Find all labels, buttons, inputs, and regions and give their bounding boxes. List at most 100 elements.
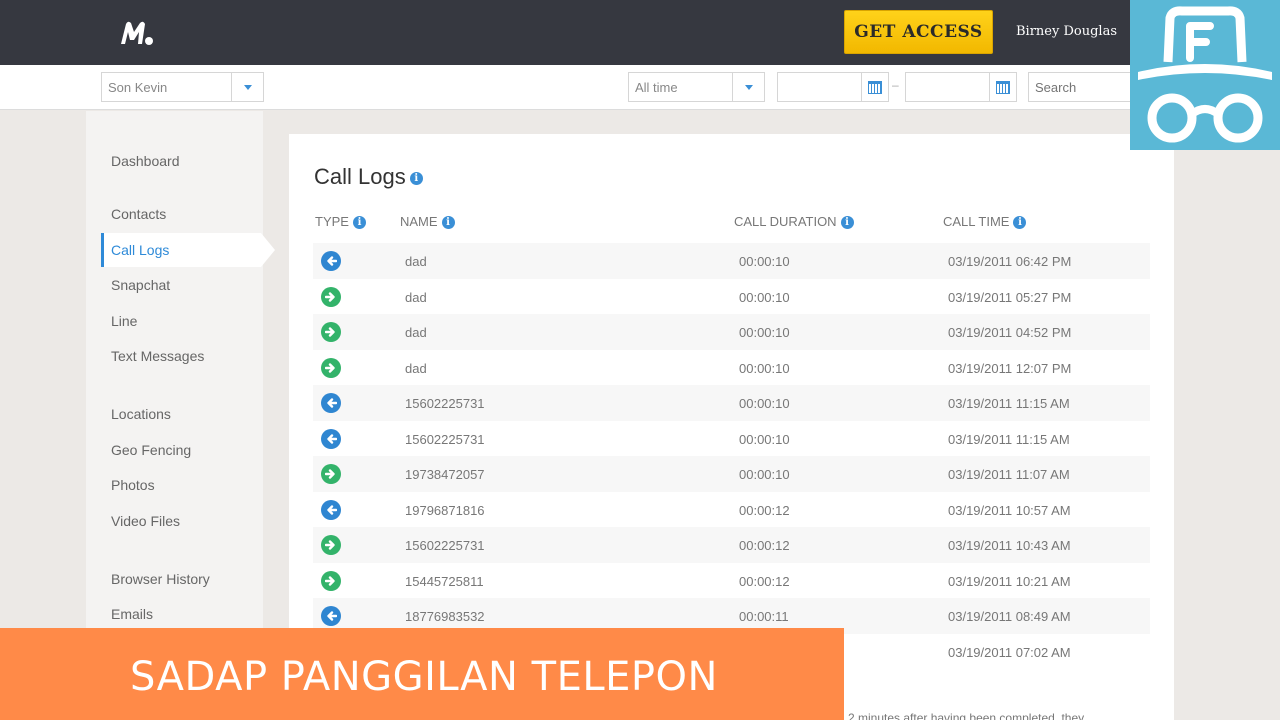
date-range-separator: –: [892, 78, 899, 92]
sidebar-item-video-files[interactable]: Video Files: [101, 504, 261, 538]
sidebar-item-locations[interactable]: Locations: [101, 397, 261, 431]
outgoing-call-icon: [321, 570, 341, 591]
device-select[interactable]: Son Kevin: [101, 72, 264, 102]
call-name: dad: [405, 325, 427, 340]
info-icon[interactable]: i: [1013, 216, 1027, 230]
info-icon[interactable]: i: [352, 216, 366, 230]
column-header-time-label: CALL TIME: [943, 214, 1010, 229]
calendar-icon[interactable]: [989, 73, 1016, 101]
call-time: 03/19/2011 12:07 PM: [948, 360, 1072, 376]
call-name: dad: [405, 360, 427, 376]
outgoing-call-icon: [321, 357, 341, 378]
sidebar-item-contacts[interactable]: Contacts: [101, 197, 261, 231]
user-name[interactable]: Birney Douglas: [1016, 24, 1117, 39]
outgoing-call-icon: [321, 322, 341, 342]
call-name: 15602225731: [405, 538, 485, 553]
call-time: 03/19/2011 04:52 PM: [948, 325, 1072, 340]
column-header-name-label: NAME: [400, 214, 438, 229]
chevron-down-icon[interactable]: [732, 73, 764, 101]
page-title-text: Call Logs: [314, 164, 406, 189]
info-icon[interactable]: i: [409, 171, 423, 185]
call-name: dad: [405, 289, 427, 305]
get-access-button[interactable]: GET ACCESS: [844, 10, 993, 54]
info-icon[interactable]: i: [840, 216, 854, 230]
chevron-down-icon[interactable]: [231, 73, 263, 101]
device-select-value: Son Kevin: [108, 80, 168, 95]
call-time: 03/19/2011 10:21 AM: [948, 573, 1071, 589]
outgoing-call-icon: [321, 286, 341, 307]
sidebar-item-photos[interactable]: Photos: [101, 468, 261, 502]
info-icon[interactable]: i: [441, 216, 455, 230]
page-title: Call Logs i: [314, 164, 423, 190]
sidebar-item-text-messages[interactable]: Text Messages: [101, 339, 261, 373]
outgoing-call-icon: [321, 535, 341, 555]
call-time: 03/19/2011 10:43 AM: [948, 538, 1071, 553]
call-time: 03/19/2011 08:49 AM: [948, 609, 1071, 624]
call-time: 03/19/2011 06:42 PM: [948, 254, 1072, 269]
call-time: 03/19/2011 11:15 AM: [948, 396, 1070, 411]
spy-badge: [1130, 0, 1280, 150]
table-row[interactable]: 19796871816 00:00:12 03/19/2011 10:57 AM: [313, 492, 1150, 528]
call-name: 15602225731: [405, 396, 485, 411]
calendar-icon[interactable]: [861, 73, 888, 101]
call-duration: 00:00:11: [739, 609, 789, 624]
call-name: 15445725811: [405, 573, 484, 589]
incoming-call-icon: [321, 606, 341, 626]
table-row[interactable]: dad 00:00:10 03/19/2011 06:42 PM: [313, 243, 1150, 279]
table-row[interactable]: 15602225731 00:00:10 03/19/2011 11:15 AM: [313, 421, 1150, 457]
sidebar-item-snapchat[interactable]: Snapchat: [101, 268, 261, 302]
footnote-text: 2 minutes after having been completed, t…: [848, 711, 1085, 720]
incoming-call-icon: [321, 393, 341, 413]
call-name: dad: [405, 254, 427, 269]
table-row[interactable]: 19738472057 00:00:10 03/19/2011 11:07 AM: [313, 456, 1150, 492]
call-duration: 00:00:10: [739, 396, 790, 411]
call-duration: 00:00:10: [739, 360, 790, 376]
table-row[interactable]: 15445725811 00:00:12 03/19/2011 10:21 AM: [313, 563, 1150, 599]
spy-incognito-icon: [1138, 6, 1272, 143]
top-bar: GET ACCESS Birney Douglas: [0, 0, 1280, 65]
call-time: 03/19/2011 07:02 AM: [948, 644, 1071, 660]
call-time: 03/19/2011 11:15 AM: [948, 431, 1070, 447]
column-header-duration-label: CALL DURATION: [734, 214, 837, 229]
call-time: 03/19/2011 10:57 AM: [948, 502, 1071, 518]
period-select[interactable]: All time: [628, 72, 765, 102]
call-duration: 00:00:10: [739, 254, 790, 269]
call-name: 15602225731: [405, 431, 485, 447]
column-header-time[interactable]: CALL TIME i: [943, 214, 1027, 230]
call-duration: 00:00:12: [739, 502, 790, 518]
call-duration: 00:00:12: [739, 573, 790, 589]
table-row[interactable]: dad 00:00:10 03/19/2011 04:52 PM: [313, 314, 1150, 350]
sidebar-item-call-logs[interactable]: Call Logs: [101, 233, 275, 267]
column-header-type[interactable]: TYPE i: [315, 214, 366, 230]
table-row[interactable]: dad 00:00:10 03/19/2011 12:07 PM: [313, 350, 1150, 386]
incoming-call-icon: [321, 499, 341, 520]
table-row[interactable]: 15602225731 00:00:10 03/19/2011 11:15 AM: [313, 385, 1150, 421]
outgoing-call-icon: [321, 464, 341, 484]
date-to-field[interactable]: [905, 72, 1017, 102]
table-row[interactable]: 15602225731 00:00:12 03/19/2011 10:43 AM: [313, 527, 1150, 563]
column-header-duration[interactable]: CALL DURATION i: [734, 214, 854, 230]
sidebar-item-emails[interactable]: Emails: [101, 597, 261, 631]
call-time: 03/19/2011 11:07 AM: [948, 467, 1070, 482]
call-name: 18776983532: [405, 609, 485, 624]
sidebar-item-line[interactable]: Line: [101, 304, 261, 338]
mspy-logo-icon[interactable]: [118, 18, 154, 48]
table-row[interactable]: dad 00:00:10 03/19/2011 05:27 PM: [313, 279, 1150, 315]
call-name: 19796871816: [405, 502, 485, 518]
call-duration: 00:00:10: [739, 431, 790, 447]
call-duration: 00:00:10: [739, 467, 790, 482]
column-header-name[interactable]: NAME i: [400, 214, 455, 230]
column-header-type-label: TYPE: [315, 214, 349, 229]
call-name: 19738472057: [405, 467, 485, 482]
incoming-call-icon: [321, 251, 341, 271]
sidebar-item-geo-fencing[interactable]: Geo Fencing: [101, 433, 261, 467]
sidebar-group: Locations Geo Fencing Photos Video Files: [86, 395, 263, 553]
sidebar-item-browser-history[interactable]: Browser History: [101, 562, 261, 596]
call-duration: 00:00:12: [739, 538, 790, 553]
date-from-field[interactable]: [777, 72, 889, 102]
period-select-value: All time: [635, 80, 678, 95]
caption-text: SADAP PANGGILAN TELEPON: [130, 654, 718, 700]
call-duration: 00:00:10: [739, 325, 790, 340]
sidebar-item-dashboard[interactable]: Dashboard: [101, 144, 261, 178]
call-log-table: dad 00:00:10 03/19/2011 06:42 PM dad 00:00:1…: [313, 243, 1150, 669]
